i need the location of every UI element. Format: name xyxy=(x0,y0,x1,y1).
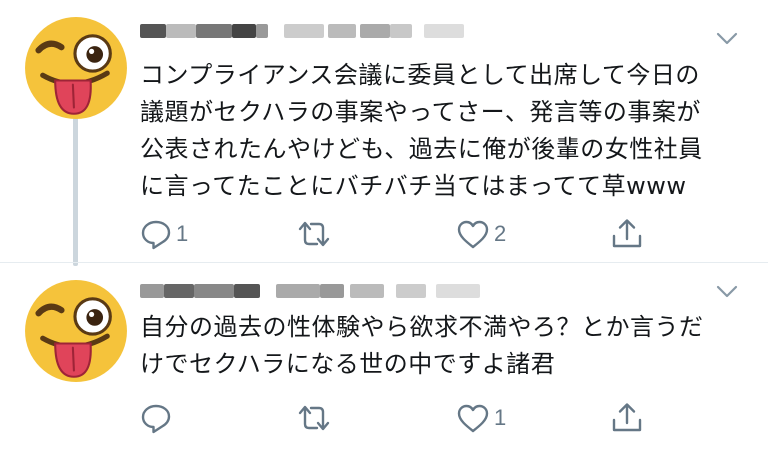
retweet-button[interactable] xyxy=(296,214,336,254)
tweet-1[interactable]: コンプライアンス会議に委員として出席して今日の 議題がセクハラの事案やってさー、… xyxy=(0,0,768,262)
tweet-actions: 1 xyxy=(140,398,700,438)
tweet-text: 自分の過去の性体験やら欲求不満やろ？とか言うだ けでセクハラになる世の中ですよ諸… xyxy=(140,313,704,378)
chevron-down-icon[interactable] xyxy=(716,285,738,299)
reply-button[interactable]: 1 xyxy=(140,214,188,254)
tweet-thread: コンプライアンス会議に委員として出席して今日の 議題がセクハラの事案やってさー、… xyxy=(0,0,768,456)
like-button[interactable]: 1 xyxy=(456,398,506,438)
chevron-down-icon[interactable] xyxy=(716,32,738,46)
author-header-pixelated[interactable] xyxy=(140,16,720,44)
retweet-icon xyxy=(298,405,330,431)
reply-count: 1 xyxy=(176,221,189,246)
reply-button[interactable] xyxy=(140,398,176,438)
retweet-button[interactable] xyxy=(296,398,336,438)
share-icon xyxy=(612,403,642,432)
avatar-winking-face-with-tongue-icon[interactable] xyxy=(24,279,128,383)
share-button[interactable] xyxy=(610,214,644,254)
share-icon xyxy=(612,219,642,248)
tweet-2[interactable]: 自分の過去の性体験やら欲求不満やろ？とか言うだ けでセクハラになる世の中ですよ諸… xyxy=(0,262,768,456)
avatar-winking-face-with-tongue-icon[interactable] xyxy=(24,16,128,120)
tweet-text: コンプライアンス会議に委員として出席して今日の 議題がセクハラの事案やってさー、… xyxy=(140,61,703,200)
heart-icon xyxy=(457,220,489,249)
retweet-icon xyxy=(298,221,330,247)
reply-icon xyxy=(141,404,171,434)
tweet-actions: 1 2 xyxy=(140,214,700,254)
heart-icon xyxy=(457,404,489,433)
like-button[interactable]: 2 xyxy=(456,214,506,254)
share-button[interactable] xyxy=(610,398,644,438)
author-header-pixelated[interactable] xyxy=(140,276,720,304)
like-count: 2 xyxy=(494,221,507,246)
reply-icon xyxy=(141,220,171,250)
like-count: 1 xyxy=(494,405,507,430)
